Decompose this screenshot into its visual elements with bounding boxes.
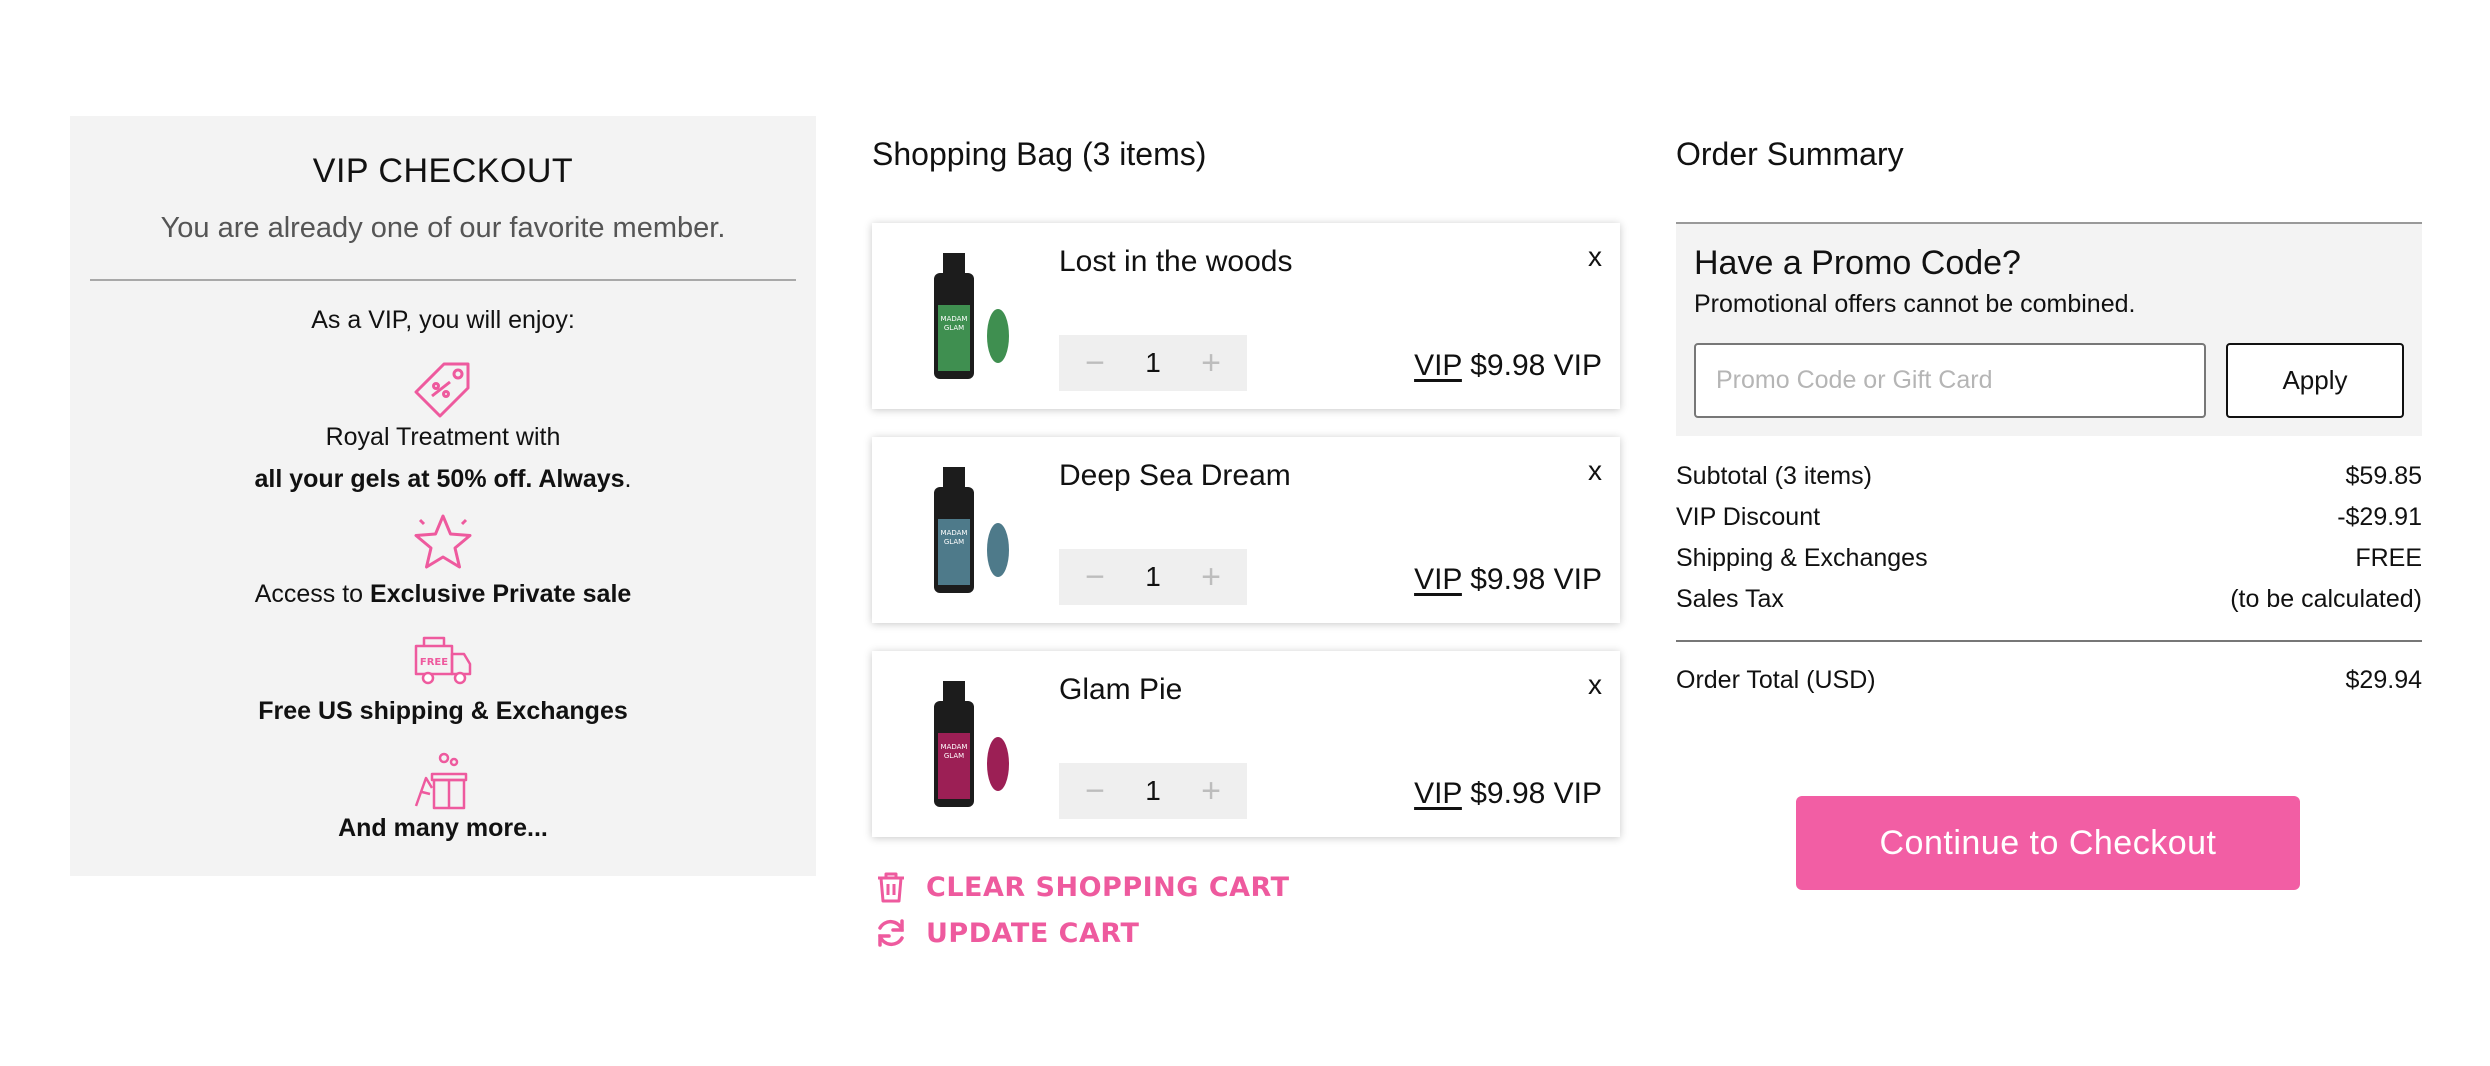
promo-heading: Have a Promo Code?	[1694, 244, 2021, 282]
vip-price-link[interactable]: VIP	[1414, 349, 1462, 382]
summary-label: Sales Tax	[1676, 585, 1784, 613]
product-thumbnail[interactable]: MADAM GLAM	[910, 243, 1020, 393]
qty-value[interactable]: 1	[1115, 763, 1191, 819]
qty-value[interactable]: 1	[1115, 549, 1191, 605]
clear-cart-button[interactable]: CLEAR SHOPPING CART	[874, 870, 1290, 904]
quantity-stepper: − 1 +	[1059, 763, 1247, 819]
price-value: $9.98 VIP	[1470, 349, 1602, 382]
bag-item: MADAM GLAM Glam Pie x − 1 + VIP $9.98 VI…	[872, 651, 1620, 837]
free-shipping-truck-icon: FREE	[410, 628, 476, 694]
quantity-stepper: − 1 +	[1059, 335, 1247, 391]
quantity-stepper: − 1 +	[1059, 549, 1247, 605]
vip-price-link[interactable]: VIP	[1414, 563, 1462, 596]
product-name[interactable]: Deep Sea Dream	[1059, 459, 1291, 493]
summary-value: $59.85	[2345, 462, 2422, 490]
promo-code-input[interactable]	[1694, 343, 2206, 418]
summary-value: (to be calculated)	[2230, 585, 2422, 613]
svg-text:GLAM: GLAM	[944, 752, 964, 760]
bag-item: MADAM GLAM Deep Sea Dream x − 1 + VIP $9…	[872, 437, 1620, 623]
vip-checkout-panel: VIP CHECKOUT You are already one of our …	[70, 116, 816, 876]
order-total-label: Order Total (USD)	[1676, 666, 1876, 694]
vip-enjoy-text: As a VIP, you will enjoy:	[311, 306, 575, 334]
remove-item-button[interactable]: x	[1588, 455, 1602, 487]
qty-increase-button[interactable]: +	[1183, 335, 1239, 391]
svg-text:GLAM: GLAM	[944, 324, 964, 332]
summary-label: Shipping & Exchanges	[1676, 544, 1928, 572]
vip-title: VIP CHECKOUT	[312, 152, 574, 190]
star-icon	[410, 510, 476, 576]
vip-subtitle: You are already one of our favorite memb…	[160, 212, 726, 244]
item-price: VIP $9.98 VIP	[1414, 563, 1602, 597]
perk-royal-treatment: Royal Treatment with all your gels at 50…	[70, 416, 816, 500]
product-thumbnail[interactable]: MADAM GLAM	[910, 457, 1020, 607]
svg-text:MADAM: MADAM	[941, 743, 968, 751]
perk-royal-line2: all your gels at 50% off. Always.	[70, 458, 816, 500]
summary-value: FREE	[2355, 544, 2422, 572]
order-summary-title: Order Summary	[1676, 136, 1904, 172]
qty-value[interactable]: 1	[1115, 335, 1191, 391]
summary-value: -$29.91	[2337, 503, 2422, 531]
promo-note: Promotional offers cannot be combined.	[1694, 290, 2136, 318]
trash-icon	[878, 872, 904, 903]
svg-text:MADAM: MADAM	[941, 315, 968, 323]
perk-more-bold: And many more...	[338, 814, 548, 842]
perk-private-bold: Exclusive Private sale	[370, 580, 632, 608]
perk-many-more: And many more...	[70, 807, 816, 849]
bag-item: MADAM GLAM Lost in the woods x − 1 + VIP…	[872, 223, 1620, 409]
perk-royal-tail: .	[624, 465, 632, 493]
remove-item-button[interactable]: x	[1588, 241, 1602, 273]
perk-royal-line1: Royal Treatment with	[325, 423, 561, 451]
perk-royal-bold: all your gels at 50% off. Always	[254, 465, 625, 493]
perk-private-prefix: Access to	[254, 580, 371, 608]
svg-text:GLAM: GLAM	[944, 538, 964, 546]
apply-promo-button[interactable]: Apply	[2226, 343, 2404, 418]
svg-text:MADAM: MADAM	[941, 529, 968, 537]
shopping-bag-title: Shopping Bag (3 items)	[872, 136, 1207, 172]
order-total-value: $29.94	[2345, 666, 2422, 694]
product-thumbnail[interactable]: MADAM GLAM	[910, 671, 1020, 821]
price-tag-icon	[410, 356, 476, 422]
vip-divider	[90, 279, 796, 281]
gift-icon	[410, 748, 476, 814]
product-name[interactable]: Lost in the woods	[1059, 245, 1292, 279]
continue-to-checkout-button[interactable]: Continue to Checkout	[1796, 796, 2300, 890]
summary-label: VIP Discount	[1676, 503, 1821, 531]
qty-increase-button[interactable]: +	[1183, 763, 1239, 819]
perk-free-shipping: Free US shipping & Exchanges	[70, 690, 816, 732]
vip-price-link[interactable]: VIP	[1414, 777, 1462, 810]
remove-item-button[interactable]: x	[1588, 669, 1602, 701]
update-cart-label: UPDATE CART	[926, 917, 1140, 949]
svg-text:FREE: FREE	[420, 657, 448, 668]
item-price: VIP $9.98 VIP	[1414, 349, 1602, 383]
update-cart-button[interactable]: UPDATE CART	[874, 916, 1139, 950]
item-price: VIP $9.98 VIP	[1414, 777, 1602, 811]
qty-increase-button[interactable]: +	[1183, 549, 1239, 605]
perk-shipping-bold: Free US shipping & Exchanges	[258, 697, 628, 725]
perk-private-sale: Access to Exclusive Private sale	[70, 573, 816, 615]
promo-code-section: Have a Promo Code? Promotional offers ca…	[1676, 224, 2422, 436]
summary-label: Subtotal (3 items)	[1676, 462, 1872, 490]
total-divider	[1676, 640, 2422, 642]
product-name[interactable]: Glam Pie	[1059, 673, 1182, 707]
price-value: $9.98 VIP	[1470, 563, 1602, 596]
refresh-icon	[878, 919, 904, 947]
clear-cart-label: CLEAR SHOPPING CART	[926, 871, 1290, 903]
price-value: $9.98 VIP	[1470, 777, 1602, 810]
